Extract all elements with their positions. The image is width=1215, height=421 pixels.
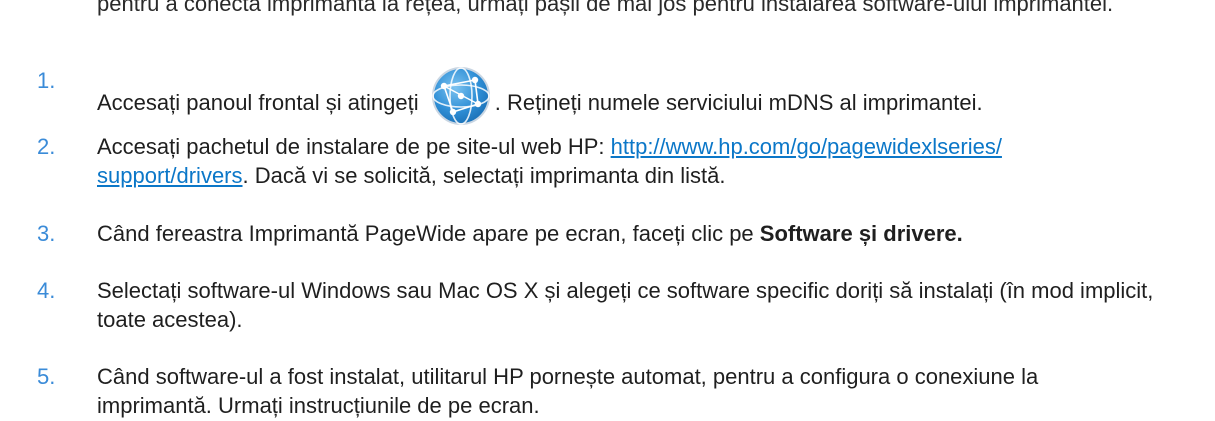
software-drivers-label: Software și drivere.: [759, 221, 963, 246]
step-text-after-icon: . Rețineți numele serviciului mDNS al im…: [494, 90, 983, 115]
step-text: Când fereastra Imprimantă PageWide apare…: [97, 219, 1177, 249]
network-globe-icon: [431, 67, 490, 125]
step-text-before-icon: Accesați panoul frontal și atingeți: [97, 90, 419, 115]
step-number: 4.: [37, 278, 56, 303]
step-number: 3.: [37, 221, 56, 246]
step-text-line-1: Când software-ul a fost instalat, utilit…: [97, 364, 1039, 389]
step-text: Accesați panoul frontal și atingeți . Re…: [97, 66, 1177, 126]
step-text-line-1: Selectați software-ul Windows sau Mac OS…: [97, 278, 1154, 303]
step-text-line-2: imprimantă. Urmați instrucțiunile de pe …: [97, 393, 540, 418]
step-text: support/drivers. Dacă vi se solicită, se…: [97, 161, 1177, 191]
step-text-after-link: . Dacă vi se solicită, selectați imprima…: [242, 163, 726, 188]
step-text-plain: Când fereastra Imprimantă PageWide apare…: [97, 221, 760, 246]
step-number: 1.: [37, 68, 56, 93]
step-number: 2.: [37, 134, 56, 159]
cut-off-paragraph: pentru a conecta imprimanta la rețea, ur…: [97, 0, 1114, 16]
step-text-before-link: Accesați pachetul de instalare de pe sit…: [97, 134, 611, 159]
step-text-line-2: toate acestea).: [97, 307, 243, 332]
step-text: Accesați pachetul de instalare de pe sit…: [97, 132, 1177, 162]
drivers-link[interactable]: http://www.hp.com/go/pagewidexlseries/: [611, 134, 1002, 159]
step-number: 5.: [37, 364, 56, 389]
drivers-link-continued[interactable]: support/drivers: [97, 163, 243, 188]
